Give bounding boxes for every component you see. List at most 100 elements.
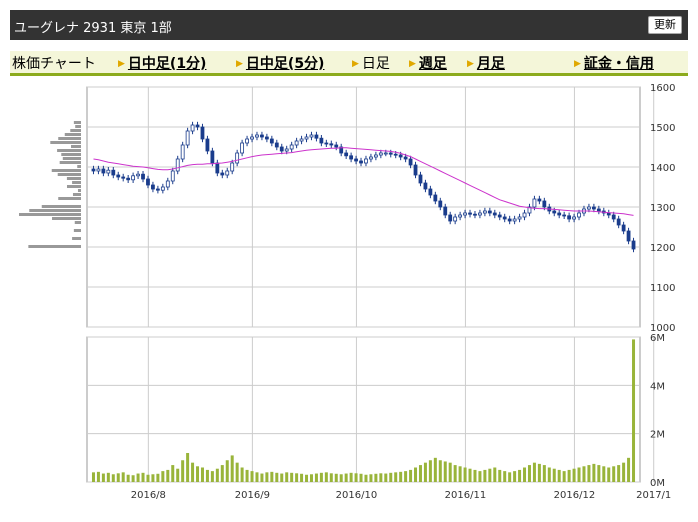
month-tick-label: 2016/10 <box>336 490 378 501</box>
volume-bar <box>617 465 621 482</box>
candle-body <box>408 158 413 166</box>
candle-body <box>91 168 96 172</box>
candle-body <box>364 158 368 164</box>
volume-bar <box>230 455 234 482</box>
volume-bar <box>106 472 110 482</box>
candle-body <box>448 214 453 222</box>
month-tick-label: 2016/11 <box>445 490 487 501</box>
volume-bar <box>478 471 482 482</box>
candle-body <box>378 152 383 156</box>
candle-body <box>621 224 626 232</box>
candle-body <box>190 124 195 132</box>
volume-tick-label: 0M <box>650 478 665 489</box>
price-tick-label: 1100 <box>650 283 675 294</box>
volume-bar <box>627 457 631 482</box>
candle-body <box>572 216 576 220</box>
volume-bar <box>379 473 383 482</box>
candle-body <box>393 153 398 156</box>
candle-body <box>235 152 240 164</box>
candle-body <box>482 210 487 214</box>
volume-bar <box>141 472 145 482</box>
volume-bar <box>394 472 398 482</box>
candle-body <box>304 136 309 140</box>
volume-bar <box>126 474 130 482</box>
volume-bar <box>527 465 531 482</box>
volume-bar <box>285 472 289 482</box>
candle-body <box>562 214 567 217</box>
candle-body <box>319 137 324 144</box>
volume-bar <box>409 469 413 482</box>
volume-bar <box>532 462 536 482</box>
profile-bar <box>28 245 82 248</box>
volume-bar <box>314 473 318 482</box>
candle-body <box>413 164 418 176</box>
candle-body <box>225 170 230 176</box>
volume-bar <box>518 469 522 482</box>
candle-body <box>170 170 175 182</box>
month-tick-label: 2017/1 <box>636 490 671 501</box>
candle-body <box>502 216 507 220</box>
volume-bar <box>438 460 442 482</box>
volume-bar <box>265 472 269 482</box>
volume-bar <box>131 475 135 482</box>
volume-bar <box>240 467 244 482</box>
volume-bar <box>414 467 418 482</box>
volume-bar <box>369 474 373 482</box>
candle-body <box>151 184 155 190</box>
profile-bar <box>66 185 81 188</box>
candle-body <box>116 174 121 178</box>
candle-body <box>240 142 245 154</box>
candle-body <box>131 175 136 181</box>
volume-bar <box>146 474 150 482</box>
candle-body <box>398 154 403 158</box>
candle-body <box>205 138 210 152</box>
volume-bar <box>305 474 309 482</box>
candle-body <box>418 174 423 184</box>
candle-body <box>354 158 358 162</box>
volume-bar <box>290 472 294 482</box>
profile-bar <box>41 205 81 208</box>
volume-bar <box>324 472 328 482</box>
profile-bar <box>72 181 81 184</box>
candle-body <box>309 134 314 138</box>
profile-bar <box>58 197 81 200</box>
candle-body <box>611 214 616 220</box>
candle-body <box>473 213 477 216</box>
candle-body <box>101 168 106 174</box>
candle-body <box>210 150 215 164</box>
volume-bar <box>443 461 447 482</box>
candle-body <box>567 215 572 220</box>
price-tick-label: 1400 <box>650 163 675 174</box>
volume-tick-label: 4M <box>650 381 665 392</box>
candle-body <box>587 206 591 210</box>
volume-bar <box>572 468 576 482</box>
volume-bar <box>607 467 611 482</box>
volume-bar <box>404 471 408 482</box>
candle-body <box>284 148 289 152</box>
volume-bar <box>537 463 541 482</box>
candle-body <box>195 124 200 128</box>
volume-bar <box>235 462 239 482</box>
volume-bar <box>171 465 175 482</box>
candle-body <box>324 142 329 145</box>
candle-body <box>220 172 225 176</box>
volume-bar <box>101 473 105 482</box>
profile-bar <box>73 229 81 232</box>
volume-tick-label: 2M <box>650 430 665 441</box>
price-tick-label: 1600 <box>650 83 675 94</box>
volume-bar <box>136 473 140 482</box>
candle-body <box>428 188 433 196</box>
volume-bar <box>166 469 170 482</box>
volume-bar <box>423 462 427 482</box>
volume-profile <box>19 121 82 248</box>
candle-body <box>126 177 131 181</box>
candle-body <box>383 152 388 155</box>
candle-body <box>458 214 463 218</box>
volume-bar <box>91 472 95 482</box>
volume-bar <box>453 465 457 482</box>
volume-bar <box>205 469 209 482</box>
volume-bar <box>562 471 566 482</box>
volume-bar <box>374 473 378 482</box>
candle-body <box>591 206 596 210</box>
volume-bar <box>344 473 348 482</box>
